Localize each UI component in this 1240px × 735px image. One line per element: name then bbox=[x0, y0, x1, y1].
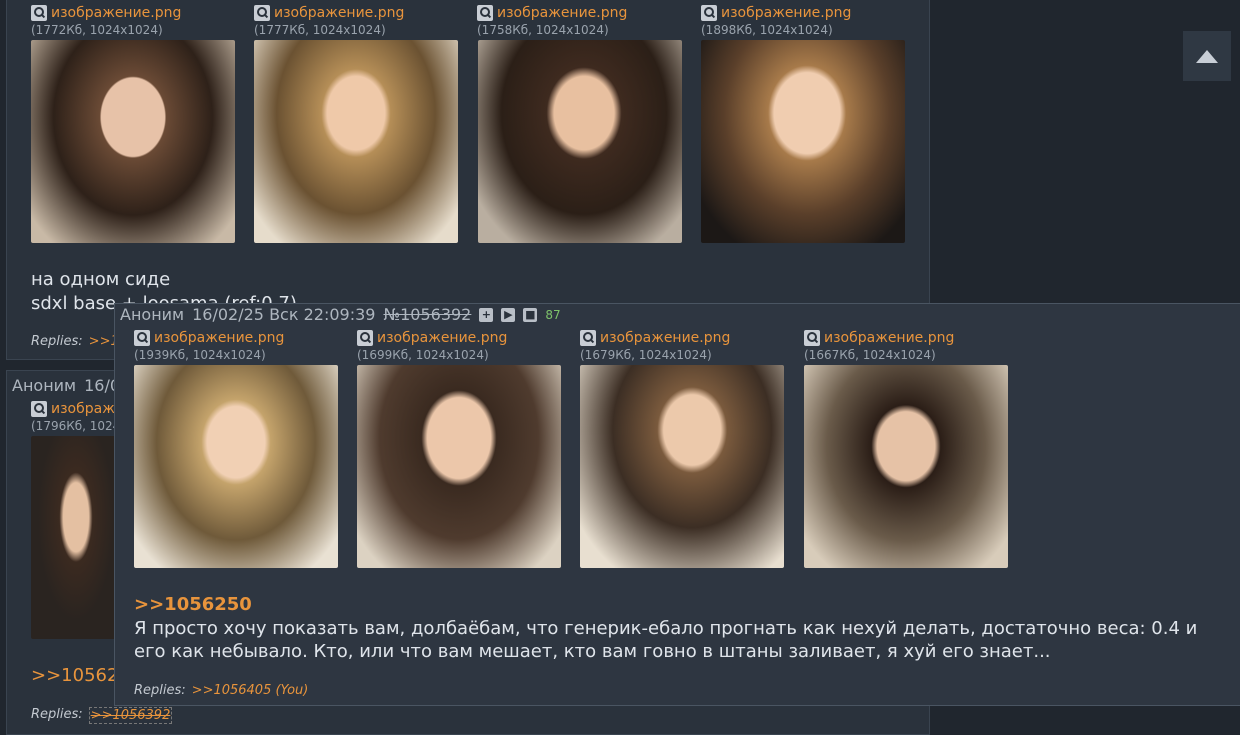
file-meta: (1758Кб, 1024x1024) bbox=[477, 23, 609, 37]
image-thumbnail[interactable] bbox=[31, 40, 235, 243]
post-author: Аноним bbox=[12, 376, 77, 395]
reply-link[interactable]: >>1056405 (You) bbox=[192, 683, 309, 698]
file-info: изображ (1796Кб, 1024 bbox=[31, 401, 120, 433]
reply-count: 87 bbox=[545, 307, 561, 322]
image-thumbnail[interactable] bbox=[31, 436, 121, 639]
file-meta: (1772Кб, 1024x1024) bbox=[31, 23, 163, 37]
magnifier-icon[interactable] bbox=[701, 5, 717, 21]
file-meta: (1898Кб, 1024x1024) bbox=[701, 23, 833, 37]
stop-icon[interactable]: ■ bbox=[523, 307, 538, 322]
file-link[interactable]: изображение.png bbox=[701, 5, 851, 21]
file-info: изображение.png (1758Кб, 1024x1024) bbox=[477, 5, 627, 37]
quote-link[interactable]: >>1056250 bbox=[134, 594, 252, 615]
file-info: изображение.png (1667Кб, 1024x1024) bbox=[804, 330, 954, 362]
post-datetime: 16/02/25 Вск 22:09:39 bbox=[192, 305, 376, 324]
post-replies: Replies: >>1056392 bbox=[31, 707, 173, 724]
file-link[interactable]: изображение.png bbox=[477, 5, 627, 21]
magnifier-icon[interactable] bbox=[580, 330, 596, 346]
post-number[interactable]: №1056392 bbox=[383, 305, 471, 324]
file-info: изображение.png (1679Кб, 1024x1024) bbox=[580, 330, 730, 362]
post-message: Я просто хочу показать вам, долбаёбам, ч… bbox=[134, 618, 1198, 662]
image-thumbnail[interactable] bbox=[580, 365, 784, 568]
play-icon[interactable]: ▶ bbox=[501, 307, 516, 322]
image-thumbnail[interactable] bbox=[478, 40, 682, 243]
magnifier-icon[interactable] bbox=[477, 5, 493, 21]
file-link[interactable]: изображение.png bbox=[580, 330, 730, 346]
file-meta: (1679Кб, 1024x1024) bbox=[580, 348, 712, 362]
chevron-up-icon bbox=[1196, 49, 1218, 63]
file-info: изображение.png (1699Кб, 1024x1024) bbox=[357, 330, 507, 362]
file-link[interactable]: изображ bbox=[31, 401, 120, 417]
file-meta: (1667Кб, 1024x1024) bbox=[804, 348, 936, 362]
file-link[interactable]: изображение.png bbox=[31, 5, 181, 21]
magnifier-icon[interactable] bbox=[31, 401, 47, 417]
file-info: изображение.png (1772Кб, 1024x1024) bbox=[31, 5, 181, 37]
image-thumbnail[interactable] bbox=[701, 40, 905, 243]
plus-icon[interactable]: + bbox=[479, 307, 494, 322]
post-header: Аноним 16/0 bbox=[12, 376, 120, 395]
image-thumbnail[interactable] bbox=[357, 365, 561, 568]
file-meta: (1796Кб, 1024 bbox=[31, 419, 121, 433]
magnifier-icon[interactable] bbox=[134, 330, 150, 346]
image-thumbnail[interactable] bbox=[134, 365, 338, 568]
magnifier-icon[interactable] bbox=[31, 5, 47, 21]
image-thumbnail[interactable] bbox=[804, 365, 1008, 568]
post-replies: Replies: >>1056405 (You) bbox=[134, 683, 308, 698]
file-meta: (1939Кб, 1024x1024) bbox=[134, 348, 266, 362]
file-link[interactable]: изображение.png bbox=[254, 5, 404, 21]
file-meta: (1699Кб, 1024x1024) bbox=[357, 348, 489, 362]
file-link[interactable]: изображение.png bbox=[357, 330, 507, 346]
file-meta: (1777Кб, 1024x1024) bbox=[254, 23, 386, 37]
scroll-to-top-button[interactable] bbox=[1183, 31, 1231, 81]
post-header: Аноним 16/02/25 Вск 22:09:39 №1056392 + … bbox=[120, 305, 561, 324]
replies-label: Replies: bbox=[31, 334, 83, 349]
image-thumbnail[interactable] bbox=[254, 40, 458, 243]
file-info: изображение.png (1777Кб, 1024x1024) bbox=[254, 5, 404, 37]
magnifier-icon[interactable] bbox=[804, 330, 820, 346]
post-message-line: на одном сиде bbox=[31, 269, 171, 290]
post-author: Аноним bbox=[120, 305, 185, 324]
reply-link[interactable]: >>1056392 bbox=[88, 707, 173, 724]
magnifier-icon[interactable] bbox=[254, 5, 270, 21]
magnifier-icon[interactable] bbox=[357, 330, 373, 346]
replies-label: Replies: bbox=[31, 707, 83, 722]
file-link[interactable]: изображение.png bbox=[804, 330, 954, 346]
replies-label: Replies: bbox=[134, 683, 186, 698]
file-info: изображение.png (1898Кб, 1024x1024) bbox=[701, 5, 851, 37]
file-info: изображение.png (1939Кб, 1024x1024) bbox=[134, 330, 284, 362]
file-link[interactable]: изображение.png bbox=[134, 330, 284, 346]
